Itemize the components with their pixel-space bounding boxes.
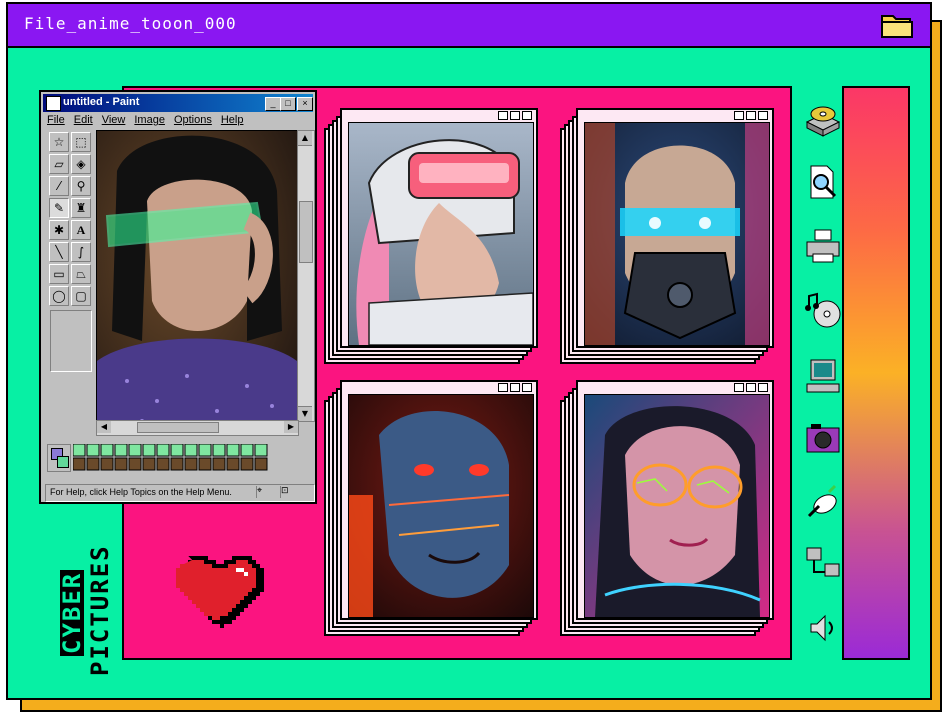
current-colors[interactable] bbox=[47, 444, 71, 472]
camera-icon[interactable] bbox=[803, 418, 843, 458]
airbrush-icon[interactable]: ✱ bbox=[49, 220, 69, 240]
helmet-visor-portrait bbox=[348, 122, 534, 346]
eraser-icon[interactable]: ▱ bbox=[49, 154, 69, 174]
rect-select-icon[interactable]: ⬚ bbox=[71, 132, 91, 152]
network-icon[interactable] bbox=[803, 544, 843, 584]
color-palette[interactable] bbox=[47, 444, 311, 474]
folder-icon[interactable] bbox=[880, 10, 914, 40]
paint-title-bar[interactable]: untitled - Paint _ □ × bbox=[43, 94, 313, 112]
cd-drive-icon[interactable] bbox=[803, 100, 843, 140]
palette-swatches[interactable] bbox=[73, 444, 279, 472]
speaker-icon[interactable] bbox=[803, 608, 843, 648]
red-cyborg-portrait bbox=[348, 394, 534, 618]
rounded-rect-icon[interactable]: ▢ bbox=[71, 286, 91, 306]
title-bar[interactable]: File_anime_tooon_000 bbox=[8, 4, 930, 48]
menu-edit[interactable]: Edit bbox=[74, 114, 93, 126]
paint-canvas[interactable] bbox=[96, 130, 298, 434]
paint-title: untitled - Paint bbox=[63, 96, 140, 108]
menu-help[interactable]: Help bbox=[221, 114, 244, 126]
satellite-icon[interactable] bbox=[803, 482, 843, 522]
close-button[interactable]: × bbox=[297, 97, 313, 111]
menu-file[interactable]: File bbox=[47, 114, 65, 126]
gradient-sidebar bbox=[842, 86, 910, 660]
minimize-button[interactable]: _ bbox=[265, 97, 281, 111]
ellipse-icon[interactable]: ◯ bbox=[49, 286, 69, 306]
text-icon[interactable]: A bbox=[71, 220, 91, 240]
main-window: File_anime_tooon_000 untitled - Paint _ … bbox=[6, 2, 932, 700]
window-controls[interactable] bbox=[498, 111, 532, 120]
computer-icon[interactable] bbox=[803, 356, 843, 396]
fill-bucket-icon[interactable]: ◈ bbox=[71, 154, 91, 174]
vertical-scrollbar[interactable]: ▲ ▼ bbox=[297, 130, 315, 422]
magnifier-icon[interactable]: ⚲ bbox=[71, 176, 91, 196]
cyber-label: CYBER bbox=[58, 569, 86, 656]
gallery-window-1[interactable] bbox=[324, 108, 538, 366]
paint-app-icon bbox=[46, 96, 61, 111]
color-picker-icon[interactable]: ⁄ bbox=[49, 176, 69, 196]
window-controls[interactable] bbox=[734, 383, 768, 392]
horizontal-scrollbar[interactable]: ◀ ▶ bbox=[96, 420, 299, 436]
free-select-icon[interactable]: ☆ bbox=[49, 132, 69, 152]
window-controls[interactable] bbox=[734, 111, 768, 120]
pictures-label: PICTURES bbox=[86, 544, 114, 676]
tool-options-box[interactable] bbox=[50, 310, 92, 372]
printer-icon[interactable] bbox=[803, 226, 843, 266]
gallery-window-4[interactable] bbox=[560, 380, 774, 638]
pencil-icon[interactable]: ✎ bbox=[49, 198, 69, 218]
line-icon[interactable]: ╲ bbox=[49, 242, 69, 262]
cyber-mask-portrait bbox=[584, 122, 770, 346]
search-document-icon[interactable] bbox=[803, 162, 843, 202]
pixel-heart-icon bbox=[176, 556, 264, 628]
gallery-window-2[interactable] bbox=[560, 108, 774, 366]
paint-menu-bar: File Edit View Image Options Help bbox=[47, 114, 243, 126]
menu-image[interactable]: Image bbox=[134, 114, 165, 126]
curve-icon[interactable]: ∫ bbox=[71, 242, 91, 262]
menu-view[interactable]: View bbox=[102, 114, 126, 126]
neon-glasses-portrait bbox=[584, 394, 770, 618]
coords-icon: ⌖ bbox=[256, 486, 271, 498]
gallery-window-3[interactable] bbox=[324, 380, 538, 638]
status-bar: For Help, click Help Topics on the Help … bbox=[45, 484, 315, 502]
window-title: File_anime_tooon_000 bbox=[24, 14, 237, 33]
menu-options[interactable]: Options bbox=[174, 114, 212, 126]
brush-icon[interactable]: ♜ bbox=[71, 198, 91, 218]
status-text: For Help, click Help Topics on the Help … bbox=[50, 487, 232, 497]
polygon-icon[interactable]: ⏢ bbox=[71, 264, 91, 284]
music-cd-icon[interactable] bbox=[803, 290, 843, 330]
window-controls[interactable] bbox=[498, 383, 532, 392]
paint-window: untitled - Paint _ □ × File Edit View Im… bbox=[39, 90, 317, 504]
maximize-button[interactable]: □ bbox=[280, 97, 296, 111]
rectangle-icon[interactable]: ▭ bbox=[49, 264, 69, 284]
neon-visor-portrait bbox=[97, 131, 297, 433]
size-icon: ⊡ bbox=[280, 486, 295, 498]
